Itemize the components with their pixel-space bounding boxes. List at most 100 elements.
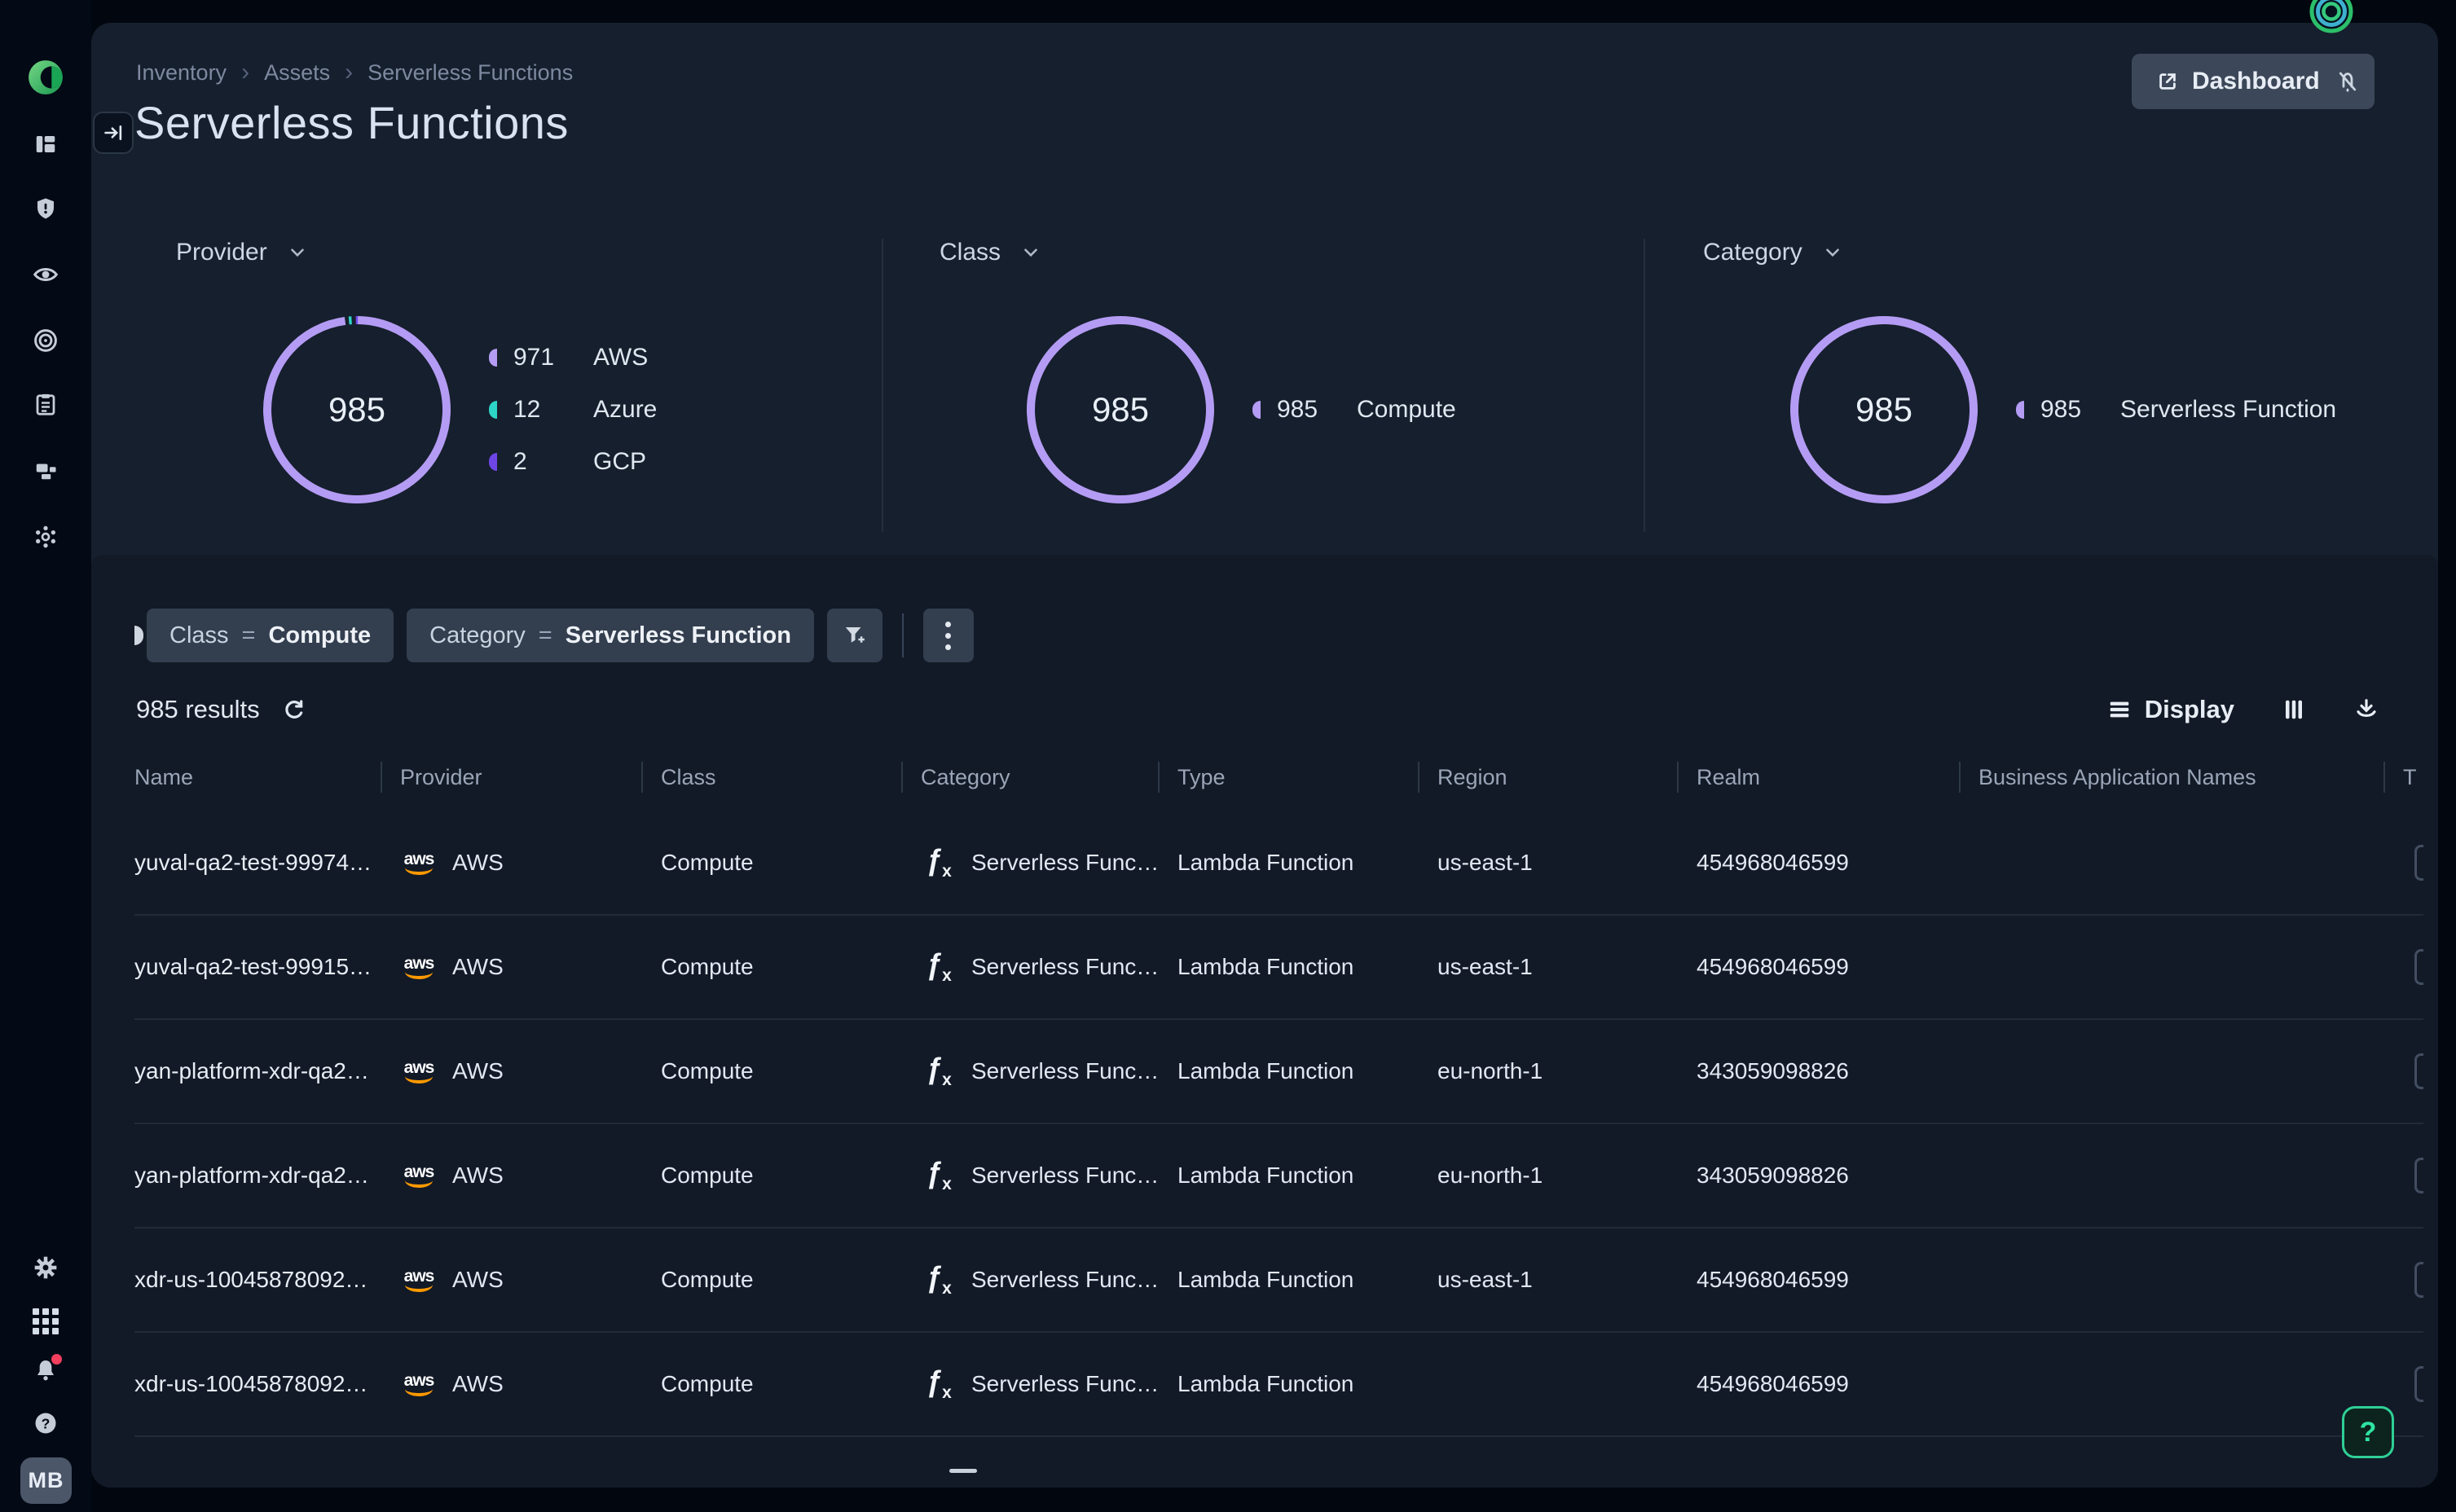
- column-header-tags-truncated[interactable]: T: [2383, 765, 2423, 790]
- add-filter-button[interactable]: [827, 609, 882, 662]
- columns-button[interactable]: [2282, 697, 2306, 722]
- provider-label: AWS: [452, 954, 504, 980]
- column-header-business-application-names[interactable]: Business Application Names: [1959, 765, 2383, 790]
- legend-dot: [489, 401, 497, 419]
- type-label: Lambda Function: [1177, 954, 1353, 980]
- legend-item[interactable]: 971AWS: [489, 344, 657, 371]
- download-button[interactable]: [2353, 697, 2379, 723]
- donut-total: 985: [1786, 312, 1982, 508]
- apps-grid-icon[interactable]: [0, 1308, 91, 1334]
- category-donut[interactable]: 985: [1786, 312, 1982, 508]
- chip-field: Category: [429, 622, 526, 649]
- table-header: Name Provider Class Category Type Region…: [134, 758, 2423, 797]
- legend-item[interactable]: 2GCP: [489, 448, 657, 476]
- region-label: us-east-1: [1437, 850, 1533, 876]
- svg-text:?: ?: [42, 1415, 51, 1431]
- legend-value: 985: [1277, 396, 1340, 424]
- class-label: Compute: [661, 1371, 754, 1397]
- legend-label: AWS: [593, 344, 648, 371]
- legend-dot: [489, 349, 497, 367]
- column-header-realm[interactable]: Realm: [1677, 765, 1959, 790]
- provider-label: AWS: [452, 1058, 504, 1084]
- realm-label: 454968046599: [1697, 954, 1849, 980]
- type-label: Lambda Function: [1177, 1371, 1353, 1397]
- column-header-category[interactable]: Category: [901, 765, 1158, 790]
- column-header-provider[interactable]: Provider: [381, 765, 641, 790]
- brand-logo[interactable]: [0, 59, 91, 96]
- provider-chart-selector[interactable]: Provider: [176, 239, 877, 266]
- provider-label: AWS: [452, 1267, 504, 1293]
- table-row[interactable]: yuval-qa2-test-99915… aws AWS Compute ƒx…: [134, 916, 2423, 1020]
- region-label: eu-north-1: [1437, 1058, 1543, 1084]
- legend-item[interactable]: 12Azure: [489, 396, 657, 424]
- table-row[interactable]: yuval-qa2-test-99974… aws AWS Compute ƒx…: [134, 811, 2423, 916]
- asset-name[interactable]: yuval-qa2-test-99974…: [134, 850, 372, 876]
- class-donut[interactable]: 985: [1023, 312, 1218, 508]
- table-row[interactable]: yan-platform-xdr-qa2… aws AWS Compute ƒx…: [134, 1124, 2423, 1228]
- rings-logo[interactable]: [2305, 0, 2357, 37]
- asset-name[interactable]: yan-platform-xdr-qa2…: [134, 1058, 369, 1084]
- type-label: Lambda Function: [1177, 850, 1353, 876]
- download-icon: [2353, 697, 2379, 723]
- table-row[interactable]: xdr-us-10045878092… aws AWS Compute ƒx S…: [134, 1333, 2423, 1437]
- display-button[interactable]: Display: [2107, 695, 2234, 724]
- category-chart: Category 985 985Serverless Function: [1703, 239, 2404, 508]
- dashboards-icon[interactable]: [0, 132, 91, 156]
- assets-blocks-icon[interactable]: [0, 458, 91, 482]
- toolbar-divider: [902, 613, 904, 657]
- refresh-button[interactable]: [281, 697, 307, 723]
- sidebar: ? MB: [0, 0, 91, 1512]
- class-chart-selector[interactable]: Class: [940, 239, 1640, 266]
- class-chart: Class 985 985 Compute: [940, 239, 1640, 508]
- visibility-eye-icon[interactable]: [0, 262, 91, 288]
- chevron-down-icon: [1020, 242, 1041, 263]
- chart-label: Class: [940, 239, 1001, 266]
- help-floating-button[interactable]: ?: [2342, 1406, 2394, 1458]
- user-avatar[interactable]: MB: [20, 1457, 72, 1504]
- column-header-name[interactable]: Name: [134, 765, 381, 790]
- breadcrumb-inventory[interactable]: Inventory: [136, 60, 227, 86]
- inventory-clipboard-icon[interactable]: [0, 393, 91, 417]
- filter-chip-category[interactable]: Category = Serverless Function: [407, 609, 814, 662]
- region-label: us-east-1: [1437, 954, 1533, 980]
- serverless-function-fx-icon: ƒx: [921, 947, 957, 986]
- breadcrumb-assets[interactable]: Assets: [264, 60, 330, 86]
- chart-label: Provider: [176, 239, 267, 266]
- filter-chip-class[interactable]: Class = Compute: [147, 609, 394, 662]
- asset-name[interactable]: xdr-us-10045878092…: [134, 1267, 368, 1293]
- aws-provider-icon: aws: [400, 955, 438, 979]
- mute-notifications-button[interactable]: [2321, 54, 2375, 109]
- serverless-function-fx-icon: ƒx: [921, 843, 957, 881]
- table-row[interactable]: yan-platform-xdr-qa2… aws AWS Compute ƒx…: [134, 1020, 2423, 1124]
- column-header-class[interactable]: Class: [641, 765, 901, 790]
- dashboard-button[interactable]: Dashboard: [2132, 54, 2344, 109]
- class-label: Compute: [661, 1163, 754, 1189]
- connections-icon[interactable]: [0, 524, 91, 550]
- collapse-panel-button[interactable]: [93, 112, 134, 154]
- notifications-bell-icon[interactable]: [0, 1357, 91, 1383]
- legend-label: Compute: [1357, 396, 1456, 424]
- class-legend: 985 Compute: [1252, 396, 1456, 424]
- target-icon[interactable]: [0, 327, 91, 354]
- provider-donut[interactable]: 985: [259, 312, 455, 508]
- breadcrumb: Inventory › Assets › Serverless Function…: [136, 59, 573, 86]
- settings-gear-icon[interactable]: [0, 1255, 91, 1281]
- category-chart-selector[interactable]: Category: [1703, 239, 2404, 266]
- asset-name[interactable]: yuval-qa2-test-99915…: [134, 954, 372, 980]
- legend-item[interactable]: 985Serverless Function: [2016, 396, 2336, 424]
- column-header-region[interactable]: Region: [1418, 765, 1677, 790]
- donut-total: 985: [259, 312, 455, 508]
- table-row[interactable]: xdr-us-10045878092… aws AWS Compute ƒx S…: [134, 1228, 2423, 1333]
- type-label: Lambda Function: [1177, 1058, 1353, 1084]
- help-icon[interactable]: ?: [0, 1411, 91, 1435]
- asset-name[interactable]: xdr-us-10045878092…: [134, 1371, 368, 1397]
- column-header-type[interactable]: Type: [1158, 765, 1418, 790]
- legend-label: Serverless Function: [2120, 396, 2336, 424]
- chevron-right-icon: ›: [241, 59, 249, 86]
- more-options-button[interactable]: [923, 609, 974, 662]
- asset-name[interactable]: yan-platform-xdr-qa2…: [134, 1163, 369, 1189]
- chart-divider: [1644, 239, 1645, 532]
- legend-item[interactable]: 985 Compute: [1252, 396, 1456, 424]
- legend-dot: [2016, 401, 2024, 419]
- alerts-shield-icon[interactable]: [0, 196, 91, 221]
